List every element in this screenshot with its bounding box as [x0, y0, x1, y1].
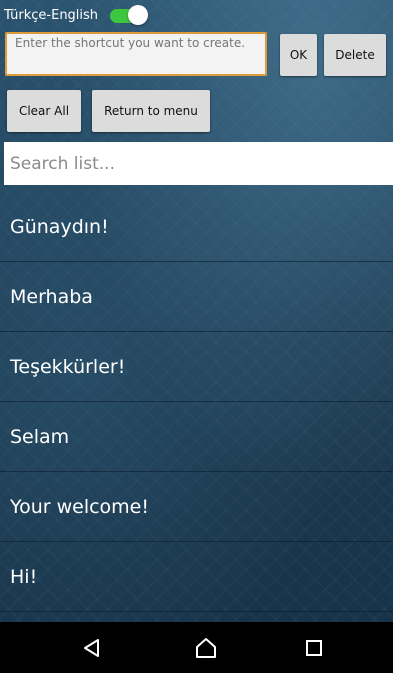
phrase-list: Günaydın! Merhaba Teşekkürler! Selam You… — [0, 192, 393, 612]
switch-thumb — [128, 5, 149, 25]
shortcut-input[interactable] — [5, 32, 267, 76]
list-item[interactable]: Selam — [0, 402, 393, 472]
list-item[interactable]: Günaydın! — [0, 192, 393, 262]
list-item[interactable]: Merhaba — [0, 262, 393, 332]
back-button[interactable] — [62, 622, 122, 673]
language-toggle-switch[interactable] — [110, 5, 149, 25]
app-screen: Türkçe-English OK Delete Clear All Retur… — [0, 0, 393, 622]
recent-apps-square-icon — [306, 639, 322, 656]
return-to-menu-button[interactable]: Return to menu — [92, 90, 210, 132]
recent-apps-button[interactable] — [284, 622, 344, 673]
home-button[interactable] — [176, 622, 236, 673]
clear-all-button[interactable]: Clear All — [7, 90, 81, 132]
list-item[interactable]: Hi! — [0, 542, 393, 612]
search-input[interactable] — [4, 142, 393, 185]
language-toggle-label: Türkçe-English — [4, 7, 99, 23]
ok-button[interactable]: OK — [280, 34, 317, 76]
language-toggle-row: Türkçe-English — [0, 0, 149, 30]
list-item[interactable]: Teşekkürler! — [0, 332, 393, 402]
list-item[interactable]: Your welcome! — [0, 472, 393, 542]
android-navigation-bar — [0, 622, 393, 673]
back-triangle-icon — [84, 638, 99, 657]
delete-button[interactable]: Delete — [324, 34, 386, 76]
home-house-icon — [196, 637, 216, 658]
